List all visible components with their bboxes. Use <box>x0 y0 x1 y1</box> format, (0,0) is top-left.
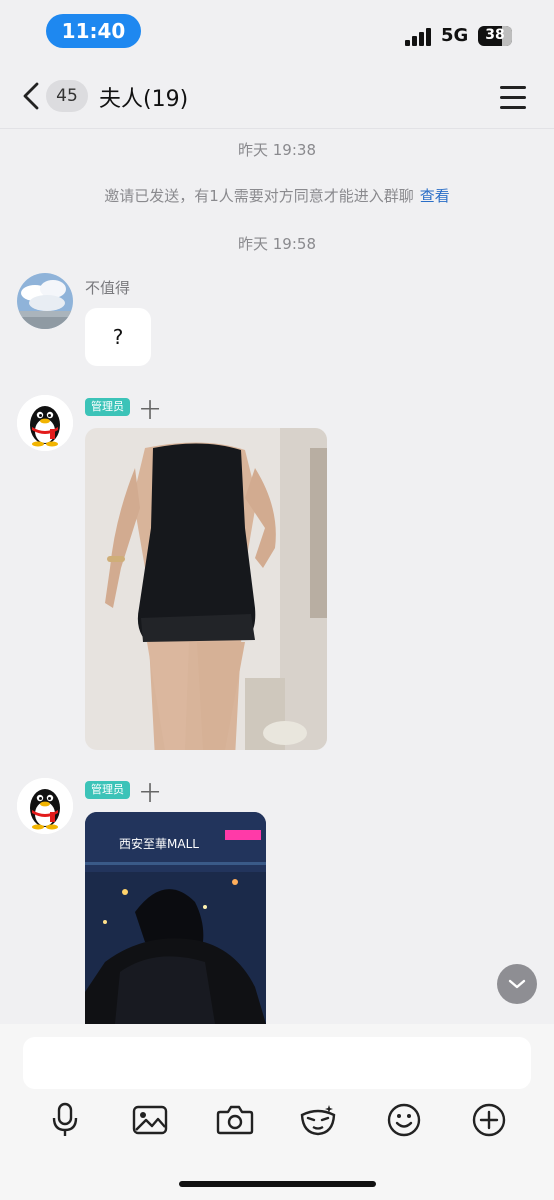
chat-header: 45 夫人(19) <box>0 64 554 129</box>
network-label: 5G <box>441 25 469 46</box>
chevron-down-icon <box>508 979 526 989</box>
timestamp: 昨天 19:38 <box>238 141 316 159</box>
image-message[interactable]: 西安至華MALL <box>85 812 266 1024</box>
timestamp: 昨天 19:58 <box>238 235 316 253</box>
battery-level: 38 <box>485 27 505 43</box>
mask-emoji-icon[interactable] <box>298 1100 338 1140</box>
sender-suffix: 十 <box>140 781 160 805</box>
chat-title: 夫人(19) <box>99 87 189 112</box>
admin-tag: 管理员 <box>85 398 130 416</box>
microphone-icon[interactable] <box>45 1100 85 1140</box>
signal-icon <box>405 28 435 46</box>
admin-tag: 管理员 <box>85 781 130 799</box>
image-icon[interactable] <box>130 1100 170 1140</box>
view-link[interactable]: 查看 <box>420 187 450 205</box>
input-bar <box>0 1024 554 1200</box>
back-arrow-icon[interactable] <box>20 82 42 110</box>
sender-name: 不值得 <box>85 279 131 297</box>
message-input[interactable] <box>23 1037 531 1089</box>
menu-icon[interactable] <box>500 86 528 109</box>
mall-sign-text: 西安至華MALL <box>119 836 199 851</box>
status-bar: 11:40 5G 38 <box>0 0 554 64</box>
sender-suffix: 十 <box>140 398 160 422</box>
unread-count-badge[interactable]: 45 <box>46 80 88 112</box>
avatar[interactable] <box>17 273 73 329</box>
smile-icon[interactable] <box>384 1100 424 1140</box>
avatar[interactable] <box>17 395 73 451</box>
message-bubble[interactable]: ? <box>85 308 151 366</box>
system-notice: 邀请已发送，有1人需要对方同意才能进入群聊 查看 <box>0 185 554 206</box>
image-message[interactable] <box>85 428 327 750</box>
battery-icon: 38 <box>478 26 512 46</box>
plus-circle-icon[interactable] <box>469 1100 509 1140</box>
scroll-down-button[interactable] <box>497 964 537 1004</box>
home-indicator <box>179 1181 376 1187</box>
system-notice-text: 邀请已发送，有1人需要对方同意才能进入群聊 <box>104 187 414 205</box>
camera-icon[interactable] <box>215 1100 255 1140</box>
status-time: 11:40 <box>46 14 141 48</box>
avatar[interactable] <box>17 778 73 834</box>
